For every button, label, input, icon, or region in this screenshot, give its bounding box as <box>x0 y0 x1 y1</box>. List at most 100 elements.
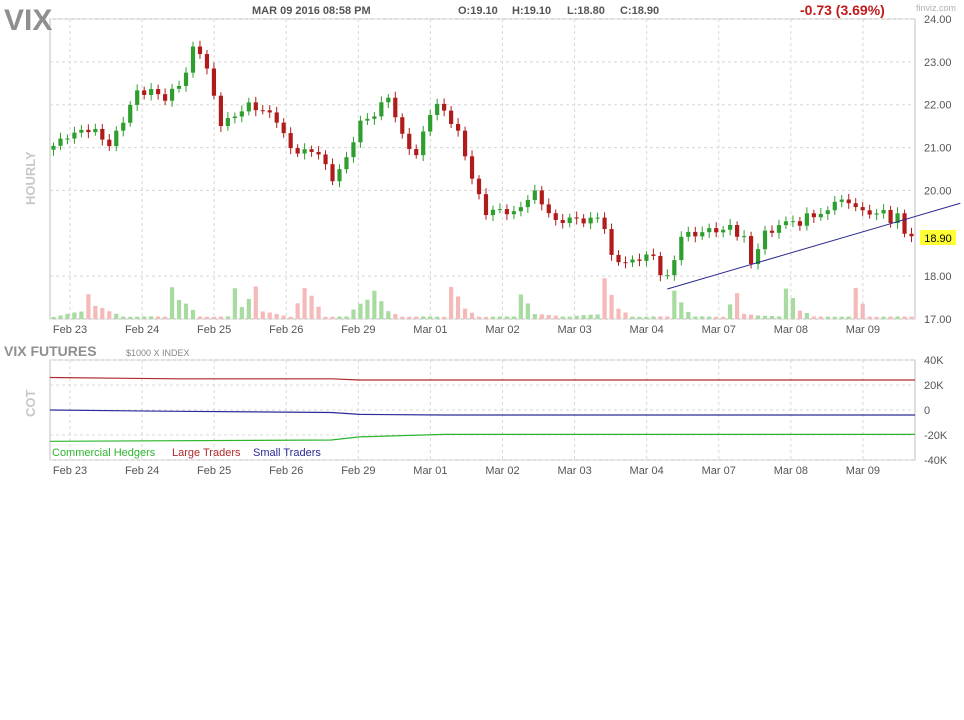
candle-body <box>693 231 698 237</box>
volume-bar <box>253 286 258 319</box>
candle-body <box>679 236 684 261</box>
volume-bar <box>323 316 328 319</box>
candle-body <box>393 97 398 118</box>
volume-bar <box>190 309 196 319</box>
price-ytick-6: 17.00 <box>924 314 952 326</box>
cot-title: VIX FUTURES <box>4 343 97 359</box>
volume-bar <box>651 316 656 319</box>
price-candles <box>51 40 914 282</box>
volume-bar <box>260 311 265 319</box>
volume-bar <box>881 316 886 319</box>
volume-bar <box>532 314 537 319</box>
volume-bar <box>442 316 447 319</box>
candle-body <box>239 111 244 117</box>
candle-body <box>386 97 391 103</box>
candle-body <box>281 122 286 134</box>
candle-body <box>288 133 293 149</box>
candle-body <box>295 148 300 154</box>
header-high: H:19.10 <box>512 5 551 17</box>
candle-body <box>748 236 754 265</box>
candle-body <box>93 128 98 133</box>
candle-body <box>672 260 677 276</box>
volume-bar <box>637 316 642 319</box>
volume-bar <box>511 316 516 319</box>
candle-body <box>797 221 802 226</box>
volume-bar <box>790 298 796 319</box>
volume-bar <box>100 308 105 319</box>
volume-bar <box>602 278 607 319</box>
volume-bars <box>51 278 914 319</box>
volume-bar <box>135 316 140 319</box>
candle-body <box>811 213 816 218</box>
price-ytick-5: 18.00 <box>924 271 952 283</box>
cot-grid <box>49 359 916 461</box>
price-plot-frame <box>49 18 916 320</box>
volume-bar <box>539 314 544 319</box>
candle-body <box>574 217 579 219</box>
volume-bar <box>330 316 335 319</box>
volume-bar <box>316 306 321 319</box>
volume-bar <box>902 316 907 319</box>
price-xtick-0: Feb 23 <box>53 324 87 336</box>
candle-body <box>163 94 168 101</box>
candle-body <box>135 90 140 105</box>
candle-body <box>630 259 635 263</box>
volume-bar <box>679 302 684 319</box>
volume-bar <box>267 312 272 319</box>
candle-body <box>149 89 154 95</box>
volume-bar <box>832 316 837 319</box>
candle-body <box>323 154 328 165</box>
cot-ytick-0: 40K <box>924 355 944 367</box>
volume-bar <box>839 316 844 319</box>
volume-bar <box>204 316 210 319</box>
volume-bar <box>483 316 489 319</box>
volume-bar <box>351 309 356 319</box>
candle-body <box>379 102 384 117</box>
price-xtick-1: Feb 24 <box>125 324 159 336</box>
cot-y-ticks: 40K 20K 0 -20K -40K <box>924 355 948 467</box>
candle-body <box>51 145 56 150</box>
volume-bar <box>358 303 363 319</box>
volume-bar <box>58 315 63 319</box>
candle-body <box>128 104 133 123</box>
volume-bar <box>239 307 244 319</box>
legend-large-traders: Large Traders <box>172 447 241 459</box>
candle-body <box>525 200 530 208</box>
candle-body <box>651 254 656 256</box>
volume-bar <box>783 288 789 319</box>
volume-bar <box>700 316 705 319</box>
candle-body <box>742 236 747 238</box>
candle-body <box>142 90 147 95</box>
volume-bar <box>846 316 851 319</box>
candle-body <box>337 169 342 182</box>
cot-xtick-0: Feb 23 <box>53 465 87 477</box>
volume-bar <box>211 316 217 319</box>
candle-body <box>637 259 642 261</box>
volume-bar <box>344 316 349 319</box>
candle-body <box>658 255 663 276</box>
volume-bar <box>65 313 70 319</box>
candle-body <box>232 116 237 119</box>
volume-bar <box>72 312 77 319</box>
candle-body <box>372 116 377 119</box>
volume-bar <box>51 316 56 319</box>
candle-body <box>518 207 523 212</box>
volume-bar <box>616 308 621 319</box>
cot-x-ticks: Feb 23 Feb 24 Feb 25 Feb 26 Feb 29 Mar 01 Mar … <box>53 465 880 477</box>
candle-body <box>435 103 440 116</box>
volume-bar <box>518 294 523 319</box>
volume-bar <box>728 304 733 319</box>
volume-bar <box>176 299 182 319</box>
candle-body <box>260 110 265 112</box>
candle-body <box>100 128 105 140</box>
candle-body <box>121 122 126 131</box>
volume-bar <box>560 316 565 319</box>
header-change: -0.73 (3.69%) <box>800 2 885 18</box>
volume-bar <box>623 312 628 319</box>
volume-bar <box>421 316 426 319</box>
volume-bar <box>86 294 91 319</box>
volume-bar <box>714 316 719 319</box>
volume-bar <box>295 303 300 319</box>
cot-xtick-8: Mar 04 <box>630 465 664 477</box>
price-x-ticks: Feb 23 Feb 24 Feb 25 Feb 26 Feb 29 Mar 01 Mar … <box>53 324 880 336</box>
